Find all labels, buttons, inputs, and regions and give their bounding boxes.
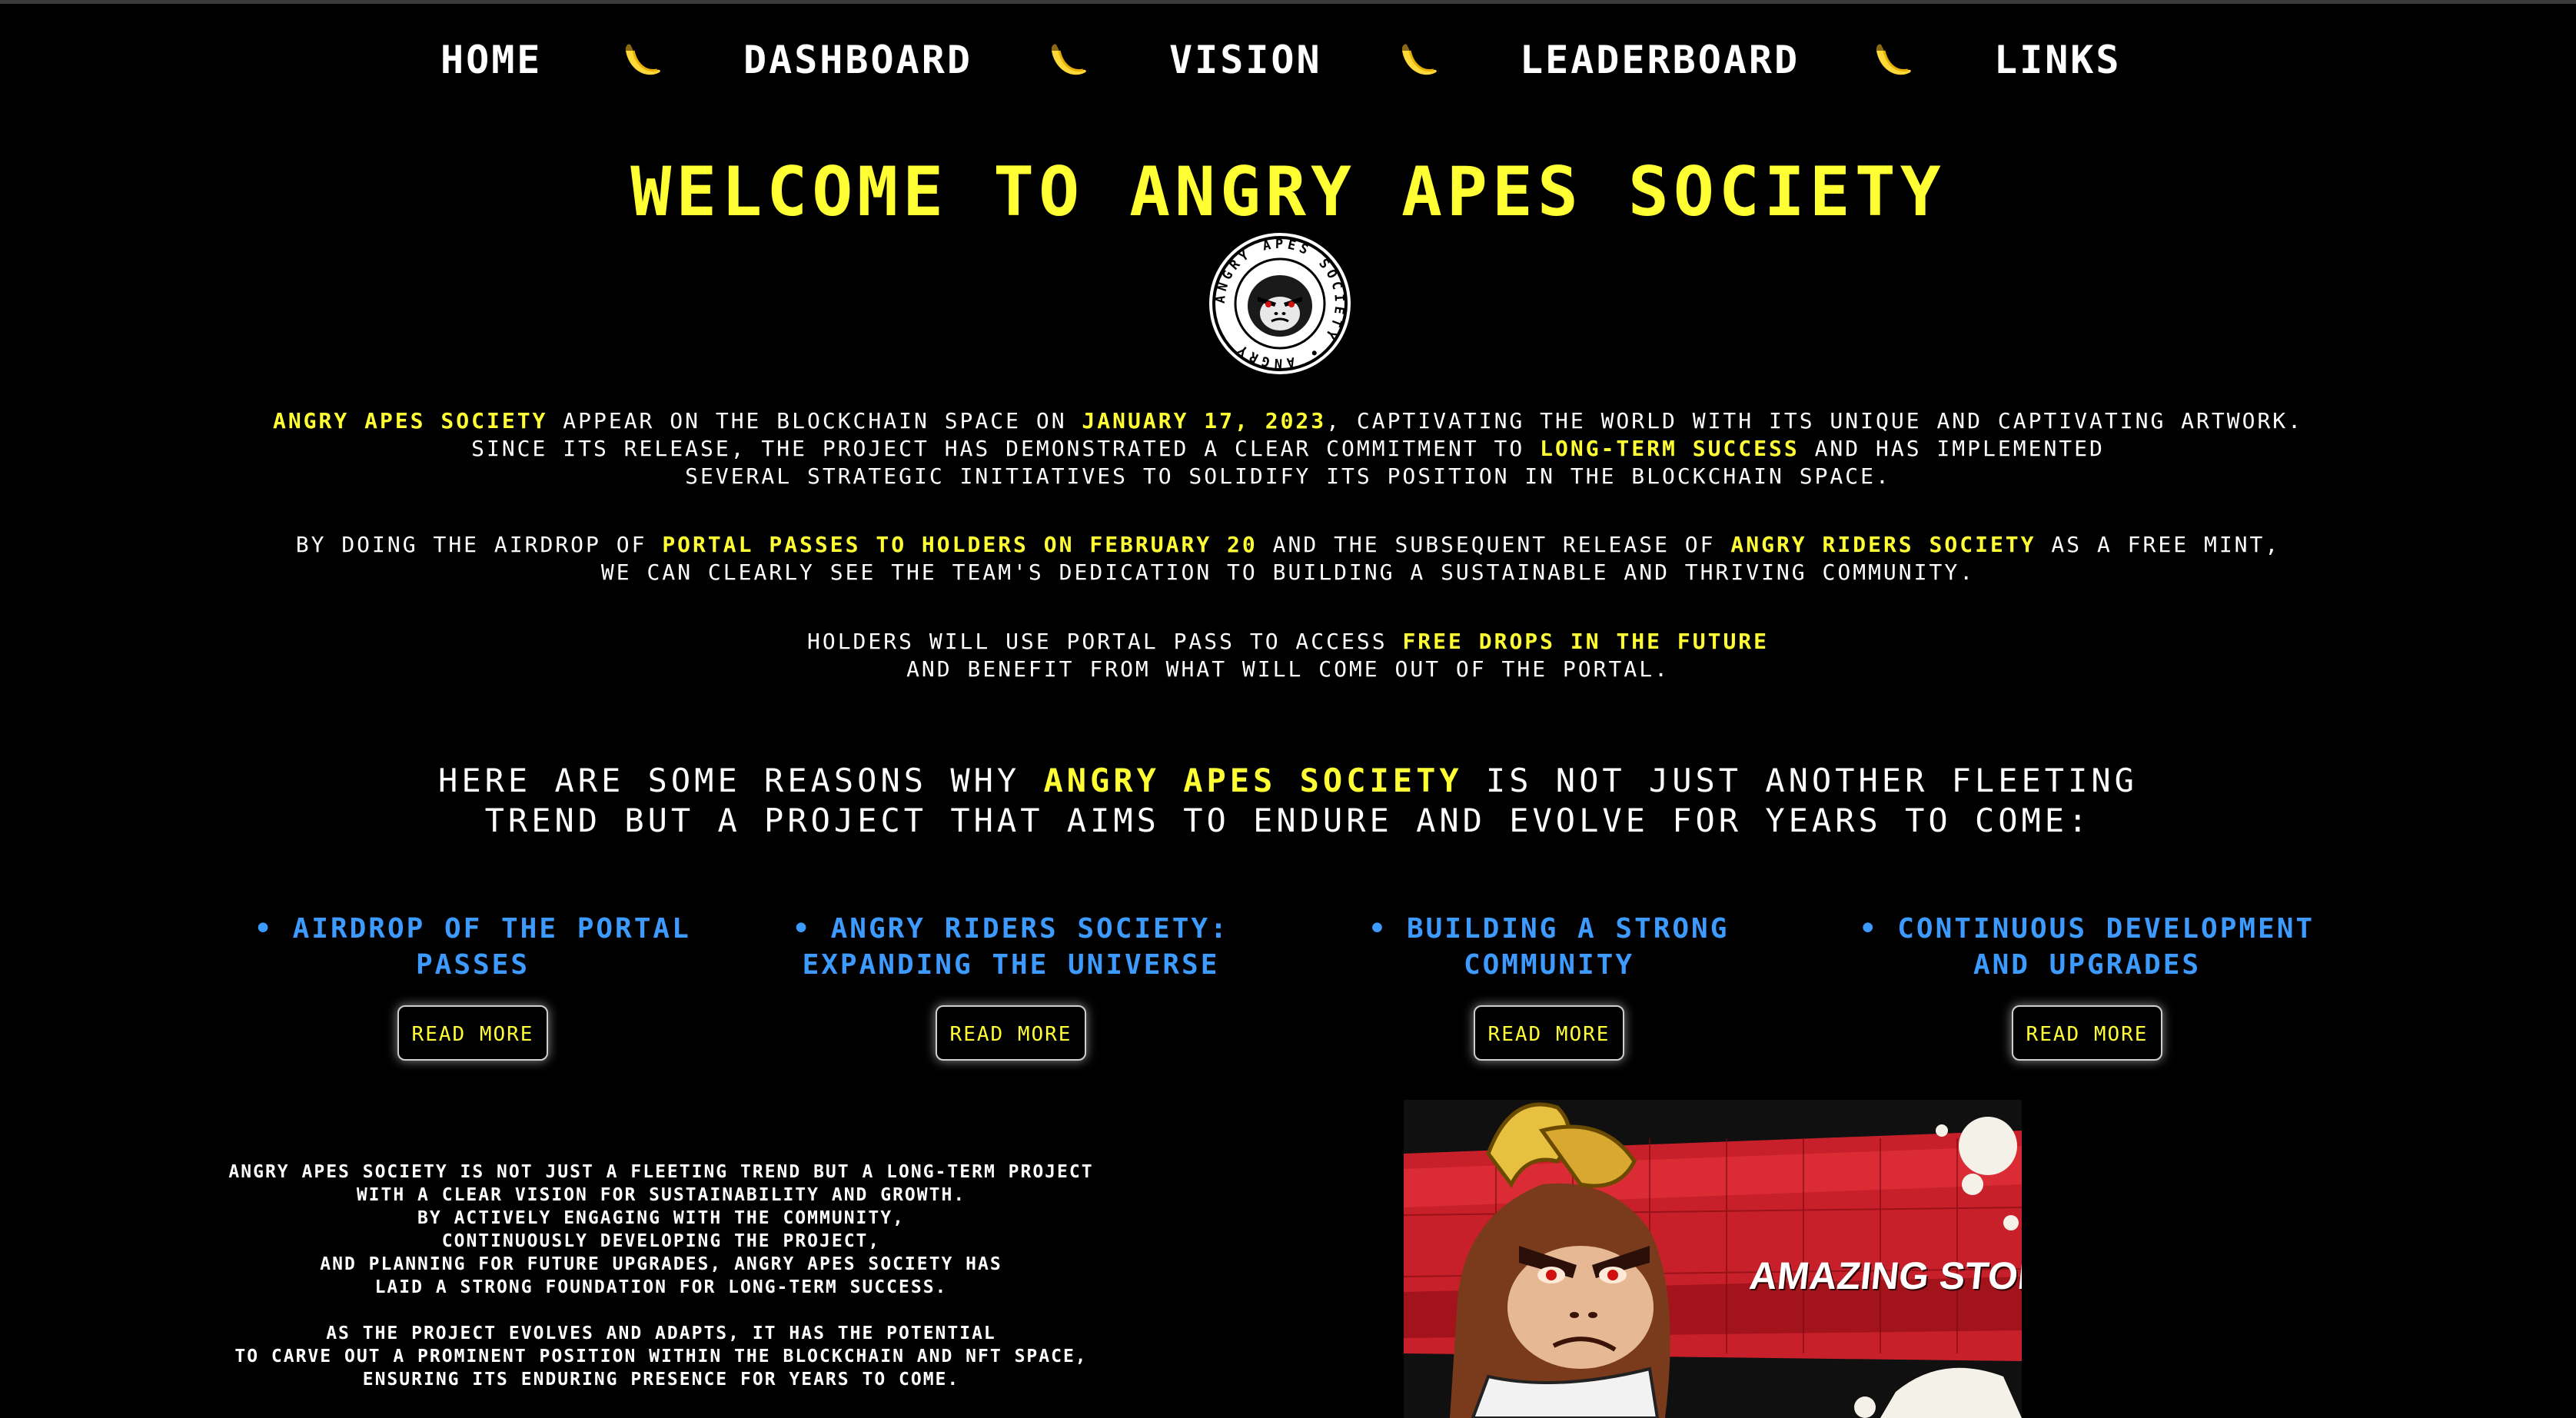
feature-portal-passes: • AIRDROP OF THE PORTAL PASSES [242,911,703,983]
body-text: , CAPTIVATING THE WORLD WITH ITS UNIQUE … [1326,408,2304,433]
summary-line: CONTINUOUSLY DEVELOPING THE PROJECT, [441,1231,881,1251]
nav-home-link[interactable]: HOME [440,29,542,91]
banana-icon [1391,34,1445,88]
banana-icon [615,34,669,88]
feature-angry-riders: • ANGRY RIDERS SOCIETY: EXPANDING THE UN… [780,911,1241,983]
intro-line: SEVERAL STRATEGIC INITIATIVES TO SOLIDIF… [685,463,1891,489]
banana-icon [1866,34,1920,88]
body-text: AS A FREE MINT, [2036,532,2281,557]
story-caption: AMAZING STORY [1747,1254,2022,1297]
intro-paragraph-1: ANGRY APES SOCIETY APPEAR ON THE BLOCKCH… [231,407,2345,490]
amazing-story-banner: AMAZING STORY [1404,1100,2022,1418]
summary-line: TO CARVE OUT A PROMINENT POSITION WITHIN… [234,1347,1088,1367]
nav-vision-link[interactable]: VISION [1169,29,1322,91]
intro-line: AND BENEFIT FROM WHAT WILL COME OUT OF T… [906,656,1670,682]
nav-leaderboard-link[interactable]: LEADERBOARD [1520,29,1800,91]
reasons-line: HERE ARE SOME REASONS WHY ANGRY APES SOC… [0,761,2576,801]
vision-summary-text: ANGRY APES SOCIETY IS NOT JUST A FLEETIN… [192,1161,1130,1391]
nav-links-link[interactable]: LINKS [1994,29,2122,91]
reasons-heading: HERE ARE SOME REASONS WHY ANGRY APES SOC… [0,761,2576,841]
nav-dashboard-link[interactable]: DASHBOARD [743,29,972,91]
body-text: AND THE SUBSEQUENT RELEASE OF [1257,532,1731,557]
highlight-text: ANGRY APES SOCIETY [272,408,548,433]
feature-title-line: EXPANDING THE UNIVERSE [802,949,1220,981]
body-text: IS NOT JUST ANOTHER FLEETING [1462,762,2138,799]
feature-title-line: • ANGRY RIDERS SOCIETY: [793,913,1229,945]
intro-line: WE CAN CLEARLY SEE THE TEAM'S DEDICATION… [600,560,1976,585]
body-text: SINCE ITS RELEASE, THE PROJECT HAS DEMON… [471,436,1541,461]
feature-continuous-development: • CONTINUOUS DEVELOPMENT AND UPGRADES [1856,911,2318,983]
page-title: WELCOME TO ANGRY APES SOCIETY [630,152,1946,231]
body-text: BY DOING THE AIRDROP OF [295,532,663,557]
feature-title-line: AND UPGRADES [1973,949,2202,981]
summary-line: BY ACTIVELY ENGAGING WITH THE COMMUNITY, [417,1208,905,1228]
summary-line: WITH A CLEAR VISION FOR SUSTAINABILITY A… [356,1185,966,1205]
summary-line: ANGRY APES SOCIETY IS NOT JUST A FLEETIN… [228,1162,1094,1182]
feature-title-line: • AIRDROP OF THE PORTAL [254,913,691,945]
feature-strong-community: • BUILDING A STRONG COMMUNITY [1318,911,1780,983]
highlight-text: ANGRY APES SOCIETY [1043,762,1463,799]
summary-line: LAID A STRONG FOUNDATION FOR LONG-TERM S… [374,1277,948,1297]
read-more-button[interactable]: READ MORE [936,1005,1086,1061]
main-nav: HOME DASHBOARD VISION LEADERBOARD LINKS [0,29,2576,91]
body-text: AND HAS IMPLEMENTED [1799,436,2105,461]
read-more-button[interactable]: READ MORE [1474,1005,1624,1061]
body-text: HOLDERS WILL USE PORTAL PASS TO ACCESS [806,629,1403,654]
feature-title-line: PASSES [415,949,530,981]
highlight-text: FREE DROPS IN THE FUTURE [1402,629,1770,654]
highlight-date: JANUARY 17, 2023 [1082,408,1327,433]
feature-title-line: COMMUNITY [1463,949,1635,981]
body-text: HERE ARE SOME REASONS WHY [438,762,1044,799]
highlight-text: ANGRY RIDERS SOCIETY [1730,532,2036,557]
reasons-line: TREND BUT A PROJECT THAT AIMS TO ENDURE … [484,802,2092,839]
feature-title-line: • CONTINUOUS DEVELOPMENT [1859,913,2315,945]
body-text: APPEAR ON THE BLOCKCHAIN SPACE ON [547,408,1082,433]
summary-line: ENSURING ITS ENDURING PRESENCE FOR YEARS… [362,1370,960,1390]
intro-paragraph-2: BY DOING THE AIRDROP OF PORTAL PASSES TO… [231,531,2345,586]
intro-line: ANGRY APES SOCIETY APPEAR ON THE BLOCKCH… [231,407,2345,435]
banana-icon [1041,34,1095,88]
read-more-button[interactable]: READ MORE [2012,1005,2162,1061]
feature-title-line: • BUILDING A STRONG [1368,913,1730,945]
summary-line: AS THE PROJECT EVOLVES AND ADAPTS, IT HA… [326,1323,996,1343]
society-logo: ANGRY APES SOCIETY • ANGRY [1207,231,1353,377]
intro-line: HOLDERS WILL USE PORTAL PASS TO ACCESS F… [231,628,2345,656]
intro-line: SINCE ITS RELEASE, THE PROJECT HAS DEMON… [231,435,2345,463]
highlight-text: PORTAL PASSES TO HOLDERS ON FEBRUARY 20 [662,532,1258,557]
top-border [0,0,2576,4]
intro-line: BY DOING THE AIRDROP OF PORTAL PASSES TO… [231,531,2345,559]
highlight-text: LONG-TERM SUCCESS [1540,436,1800,461]
intro-paragraph-3: HOLDERS WILL USE PORTAL PASS TO ACCESS F… [231,628,2345,683]
read-more-button[interactable]: READ MORE [397,1005,548,1061]
summary-line: AND PLANNING FOR FUTURE UPGRADES, ANGRY … [320,1254,1002,1274]
